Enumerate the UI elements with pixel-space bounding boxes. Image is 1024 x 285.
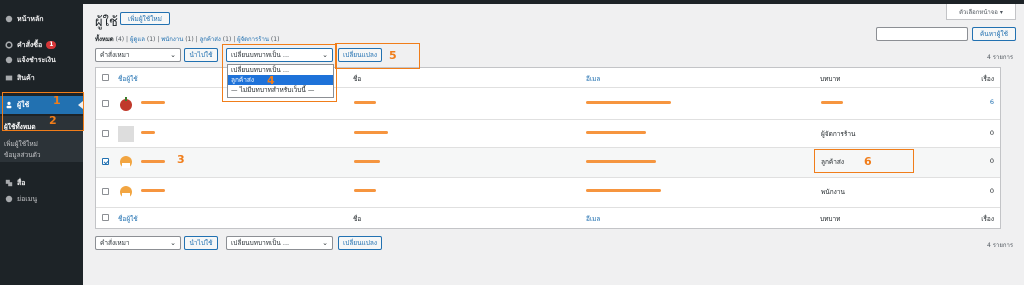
bulk-action-select[interactable]: คำสั่งเหมา ⌄ — [95, 48, 181, 62]
change-role-button-bottom[interactable]: เปลี่ยนแปลง — [338, 236, 382, 250]
annotation-number: 1 — [53, 94, 61, 107]
column-role: บทบาท — [820, 75, 841, 83]
post-count[interactable]: 6 — [964, 98, 994, 106]
redacted-email — [586, 189, 661, 192]
redacted-email — [586, 101, 671, 104]
select-all-checkbox[interactable] — [102, 74, 109, 81]
menu-label: แจ้งชำระเงิน — [17, 55, 56, 64]
redacted-username — [141, 101, 165, 104]
menu-orders[interactable]: คำสั่งซื้อ 1 — [0, 38, 83, 52]
annotation-number: 4 — [267, 74, 275, 87]
items-count: 4 รายการ — [987, 54, 1014, 61]
annotation-number: 6 — [864, 155, 872, 168]
annotation-box-users-menu — [2, 92, 84, 131]
page-title: ผู้ใช้ — [95, 15, 118, 30]
screen-options-button[interactable]: ตัวเลือกหน้าจอ ▾ — [946, 4, 1016, 20]
redacted-username — [141, 131, 155, 134]
column-email[interactable]: อีเมล — [586, 214, 600, 224]
post-count: 0 — [989, 157, 994, 165]
menu-products[interactable]: สินค้า — [0, 71, 83, 85]
menu-label: คำสั่งซื้อ — [17, 40, 43, 49]
redacted-name — [354, 160, 380, 163]
row-checkbox[interactable] — [102, 188, 109, 195]
user-role: พนักงาน — [821, 188, 845, 196]
row-checkbox[interactable] — [102, 100, 109, 107]
column-username[interactable]: ชื่อผู้ใช้ — [118, 74, 138, 84]
table-row: ผู้จัดการร้าน 0 — [96, 120, 1000, 148]
filter-staff[interactable]: พนักงาน — [161, 36, 183, 43]
filter-manager[interactable]: ผู้จัดการร้าน — [237, 36, 269, 43]
annotation-number: 5 — [389, 49, 397, 62]
column-posts: เรื่อง — [981, 215, 994, 223]
role-filter-links: ทั้งหมด (4) | ผู้ดูแล (1) | พนักงาน (1) … — [95, 36, 280, 43]
admin-bar — [0, 0, 1024, 4]
media-icon — [4, 179, 13, 188]
items-count-bottom: 4 รายการ — [987, 242, 1014, 249]
menu-label: ย่อเมนู — [17, 194, 38, 203]
column-role: บทบาท — [820, 215, 841, 223]
chevron-down-icon: ⌄ — [322, 239, 328, 247]
orders-icon — [4, 41, 13, 50]
menu-label: สื่อ — [17, 178, 26, 187]
avatar — [118, 126, 134, 142]
admin-sidebar: หน้าหลัก คำสั่งซื้อ 1 แจ้งชำระเงิน สินค้… — [0, 4, 83, 285]
redacted-name — [354, 101, 376, 104]
table-footer-row: ชื่อผู้ใช้ ชื่อ อีเมล บทบาท เรื่อง — [96, 208, 1000, 228]
avatar — [118, 96, 134, 112]
avatar — [118, 154, 134, 170]
submenu-add-user[interactable]: เพิ่มผู้ใช้ใหม่ — [4, 139, 38, 149]
annotation-box-role-dropdown — [222, 44, 337, 102]
redacted-role — [821, 101, 843, 104]
annotation-box-change-button — [335, 43, 420, 69]
annotation-number: 3 — [177, 153, 185, 166]
redacted-email — [586, 160, 656, 163]
apply-button-bottom[interactable]: นำไปใช้ — [184, 236, 218, 250]
search-users-button[interactable]: ค้นหาผู้ใช้ — [972, 27, 1016, 41]
payment-icon — [4, 56, 13, 65]
select-all-checkbox[interactable] — [102, 214, 109, 221]
menu-label: สินค้า — [17, 73, 35, 82]
chevron-down-icon: ⌄ — [170, 239, 176, 247]
chevron-down-icon: ⌄ — [170, 51, 176, 59]
collapse-icon — [4, 195, 13, 204]
column-posts: เรื่อง — [981, 75, 994, 83]
post-count: 0 — [989, 129, 994, 137]
dashboard-icon — [4, 15, 13, 24]
post-count: 0 — [989, 187, 994, 195]
redacted-email — [586, 131, 646, 134]
orders-count-badge: 1 — [46, 41, 57, 49]
menu-collapse[interactable]: ย่อเมนู — [0, 192, 83, 206]
apply-button[interactable]: นำไปใช้ — [184, 48, 218, 62]
column-username[interactable]: ชื่อผู้ใช้ — [118, 214, 138, 224]
menu-dashboard[interactable]: หน้าหลัก — [0, 12, 83, 26]
filter-all[interactable]: ทั้งหมด — [95, 36, 114, 43]
submenu-profile[interactable]: ข้อมูลส่วนตัว — [4, 150, 41, 160]
filter-customer[interactable]: ลูกค้าส่ง — [200, 36, 221, 43]
redacted-username — [141, 189, 165, 192]
row-checkbox[interactable] — [102, 158, 109, 165]
search-input[interactable] — [876, 27, 968, 41]
annotation-number: 2 — [49, 114, 57, 127]
bulk-action-select-bottom[interactable]: คำสั่งเหมา ⌄ — [95, 236, 181, 250]
redacted-username — [141, 160, 165, 163]
avatar — [118, 184, 134, 200]
menu-payment[interactable]: แจ้งชำระเงิน — [0, 53, 83, 67]
column-name: ชื่อ — [353, 75, 362, 83]
redacted-name — [354, 131, 388, 134]
add-new-user-button[interactable]: เพิ่มผู้ใช้ใหม่ — [120, 12, 170, 25]
column-name: ชื่อ — [353, 215, 362, 223]
user-role: ผู้จัดการร้าน — [821, 130, 856, 138]
menu-media[interactable]: สื่อ — [0, 176, 83, 190]
menu-label: หน้าหลัก — [17, 14, 44, 23]
change-role-select-bottom[interactable]: เปลี่ยนบทบาทเป็น ... ⌄ — [226, 236, 333, 250]
table-row: พนักงาน 0 — [96, 178, 1000, 208]
redacted-name — [354, 189, 376, 192]
filter-admin[interactable]: ผู้ดูแล — [130, 36, 145, 43]
products-icon — [4, 74, 13, 83]
row-checkbox[interactable] — [102, 130, 109, 137]
column-email[interactable]: อีเมล — [586, 74, 600, 84]
